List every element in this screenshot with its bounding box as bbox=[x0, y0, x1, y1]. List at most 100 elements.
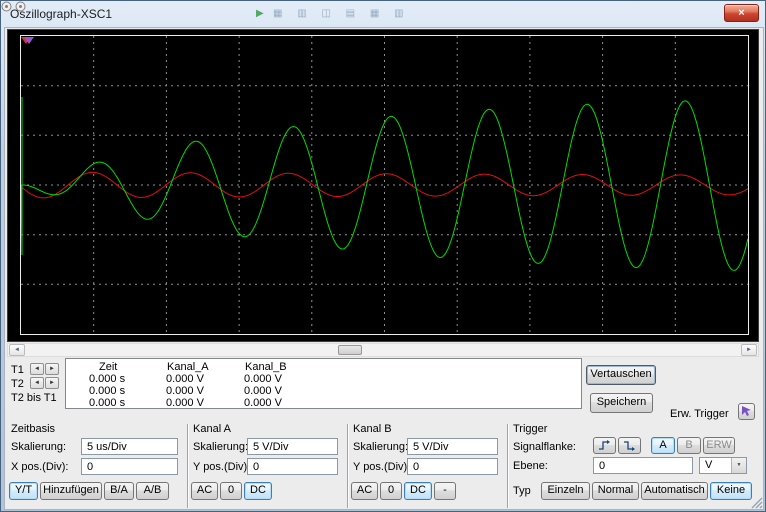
t1-right-button[interactable]: ► bbox=[45, 363, 59, 375]
ab-mode-button[interactable]: A/B bbox=[136, 482, 169, 500]
separator bbox=[187, 424, 189, 508]
kanal-b-trace bbox=[21, 97, 748, 270]
save-button[interactable]: Speichern bbox=[590, 393, 653, 413]
ext-trigger-button[interactable] bbox=[738, 403, 755, 420]
auto-label: Automatisch bbox=[644, 484, 705, 496]
unit-value: V bbox=[705, 459, 712, 471]
trigger-level-input[interactable] bbox=[593, 457, 693, 474]
background-toolbar-icons: ▦ ▥ ◫ ▤ ▦ ▥ bbox=[273, 8, 410, 19]
channel-a-dc-button[interactable]: DC bbox=[244, 482, 272, 500]
trigger-title: Trigger bbox=[513, 423, 547, 435]
scope-scrollbar[interactable]: ◄ ► bbox=[7, 343, 759, 357]
trigger-single-button[interactable]: Einzeln bbox=[541, 482, 590, 500]
channel-b-scale-label: Skalierung: bbox=[353, 441, 408, 453]
timebase-scale-label: Skalierung: bbox=[11, 441, 66, 453]
dc-label: DC bbox=[410, 484, 426, 496]
timebase-xpos-label: X pos.(Div): bbox=[11, 461, 68, 473]
yt-mode-button[interactable]: Y/T bbox=[9, 482, 38, 500]
t2-label: T2 bbox=[11, 378, 24, 390]
channel-a-ypos-label: Y pos.(Div): bbox=[193, 461, 250, 473]
trigger-level-unit-select[interactable]: V ▼ bbox=[699, 457, 747, 474]
channel-a-title: Kanal A bbox=[193, 423, 231, 435]
channel-b-ac-button[interactable]: AC bbox=[351, 482, 378, 500]
t2-left-button[interactable]: ◄ bbox=[30, 377, 44, 389]
window-title: Oszillograph-XSC1 bbox=[10, 7, 112, 21]
ext-trigger-label: Erw. Trigger bbox=[670, 408, 729, 420]
oscilloscope-window: Oszillograph-XSC1 ▶ ▦ ▥ ◫ ▤ ▦ ▥ × ◄ ► T1… bbox=[0, 0, 766, 512]
trigger-edge-label: Signalflanke: bbox=[513, 441, 576, 453]
trigger-none-button[interactable]: Keine bbox=[710, 482, 752, 500]
ac-label: AC bbox=[357, 484, 372, 496]
channel-a-ground-button[interactable]: 0 bbox=[220, 482, 242, 500]
ab-label: A/B bbox=[144, 484, 162, 496]
yt-label: Y/T bbox=[15, 484, 32, 496]
swap-button[interactable]: Vertauschen bbox=[586, 365, 656, 385]
scope-traces bbox=[21, 36, 748, 334]
column-header-kanal-b: Kanal_B bbox=[245, 361, 287, 373]
trigger-source-a-button[interactable]: A bbox=[651, 437, 675, 454]
t2t1-time-value: 0.000 s bbox=[89, 397, 125, 409]
invert-label: - bbox=[443, 484, 447, 496]
left-arrow-icon: ◄ bbox=[34, 366, 40, 372]
channel-b-ypos-input[interactable] bbox=[407, 458, 498, 475]
timebase-scale-input[interactable] bbox=[81, 438, 178, 455]
measurement-list[interactable]: Zeit Kanal_A Kanal_B 0.000 s 0.000 V 0.0… bbox=[65, 358, 582, 409]
close-icon: × bbox=[738, 7, 744, 19]
channel-a-ypos-input[interactable] bbox=[247, 458, 338, 475]
source-ext-label: ERW bbox=[706, 439, 731, 451]
source-a-label: A bbox=[659, 439, 666, 451]
channel-a-scale-input[interactable] bbox=[247, 438, 338, 455]
ext-trigger-icon bbox=[740, 404, 753, 417]
trigger-auto-button[interactable]: Automatisch bbox=[641, 482, 708, 500]
chevron-down-icon: ▼ bbox=[731, 458, 746, 473]
titlebar[interactable]: Oszillograph-XSC1 ▶ ▦ ▥ ◫ ▤ ▦ ▥ × bbox=[1, 1, 766, 27]
t1-time-value: 0.000 s bbox=[89, 373, 125, 385]
save-button-label: Speichern bbox=[597, 396, 647, 408]
none-label: Keine bbox=[717, 484, 745, 496]
channel-b-dc-button[interactable]: DC bbox=[404, 482, 432, 500]
ba-label: B/A bbox=[110, 484, 128, 496]
add-label: Hinzufügen bbox=[43, 484, 99, 496]
channel-b-ground-button[interactable]: 0 bbox=[380, 482, 402, 500]
scroll-left-button[interactable]: ◄ bbox=[9, 344, 25, 356]
add-mode-button[interactable]: Hinzufügen bbox=[40, 482, 102, 500]
scroll-right-button[interactable]: ► bbox=[741, 344, 757, 356]
resize-grip[interactable] bbox=[750, 496, 763, 509]
timebase-title: Zeitbasis bbox=[11, 423, 55, 435]
t2t1-kanal-b-value: 0.000 V bbox=[244, 397, 282, 409]
t2-right-button[interactable]: ► bbox=[45, 377, 59, 389]
t1-kanal-a-value: 0.000 V bbox=[166, 373, 204, 385]
source-b-label: B bbox=[685, 439, 692, 451]
normal-label: Normal bbox=[598, 484, 633, 496]
trigger-rising-edge-button[interactable] bbox=[593, 437, 616, 454]
ac-label: AC bbox=[197, 484, 212, 496]
channel-b-scale-input[interactable] bbox=[407, 438, 498, 455]
trigger-falling-edge-button[interactable] bbox=[618, 437, 641, 454]
scope-screen[interactable] bbox=[20, 35, 749, 335]
trigger-level-label: Ebene: bbox=[513, 460, 548, 472]
channel-b-invert-button[interactable]: - bbox=[434, 482, 456, 500]
scroll-left-icon: ◄ bbox=[14, 347, 20, 353]
scroll-right-icon: ► bbox=[746, 347, 752, 353]
trigger-type-label: Typ bbox=[513, 485, 531, 497]
close-button[interactable]: × bbox=[724, 4, 759, 22]
zero-label: 0 bbox=[388, 484, 394, 496]
t2-minus-t1-label: T2 bis T1 bbox=[11, 392, 57, 404]
trigger-source-ext-button[interactable]: ERW bbox=[703, 437, 735, 454]
t1-left-button[interactable]: ◄ bbox=[30, 363, 44, 375]
scope-display bbox=[7, 29, 759, 342]
channel-a-ac-button[interactable]: AC bbox=[191, 482, 218, 500]
falling-edge-icon bbox=[623, 440, 636, 451]
channel-b-ypos-label: Y pos.(Div): bbox=[353, 461, 410, 473]
column-header-time: Zeit bbox=[99, 361, 117, 373]
trigger-normal-button[interactable]: Normal bbox=[592, 482, 639, 500]
ba-mode-button[interactable]: B/A bbox=[104, 482, 134, 500]
timebase-xpos-input[interactable] bbox=[81, 458, 178, 475]
trigger-source-b-button[interactable]: B bbox=[677, 437, 701, 454]
channel-a-scale-label: Skalierung: bbox=[193, 441, 248, 453]
scrollbar-thumb[interactable] bbox=[338, 345, 362, 355]
rising-edge-icon bbox=[598, 440, 611, 451]
t2-kanal-b-value: 0.000 V bbox=[244, 385, 282, 397]
channel-b-title: Kanal B bbox=[353, 423, 392, 435]
play-icon: ▶ bbox=[256, 8, 264, 19]
